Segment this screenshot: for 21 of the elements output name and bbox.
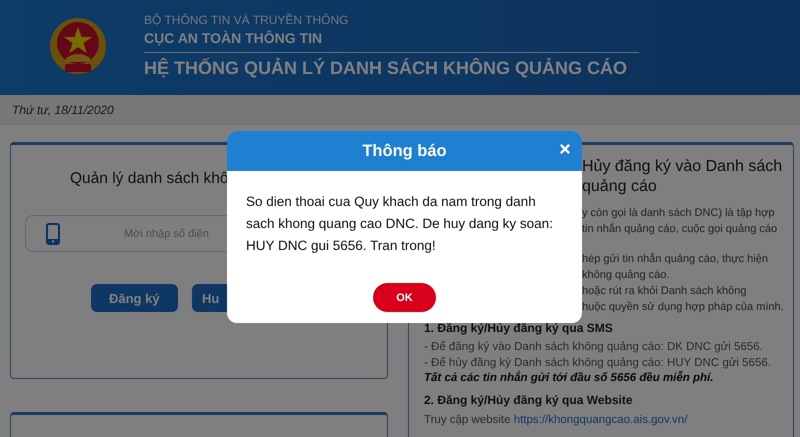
- ministry-name: BỘ THÔNG TIN VÀ TRUYỀN THÔNG: [144, 12, 350, 28]
- section-heading: 1. Đăng ký/Hủy đăng ký qua SMS: [424, 320, 614, 336]
- guide-text: không quảng cáo.: [582, 268, 670, 283]
- guide-text: - Để hủy đăng ký Danh sách không quảng cáo: HUY DNC gửi 5656.: [424, 356, 772, 370]
- guide-text: tin nhắn quảng cáo, cuộc gọi quảng cáo: [582, 222, 778, 237]
- card-title: Quản lý danh sách khô: [69, 169, 230, 189]
- guide-text: huộc quyền sử dụng hợp pháp của mình.: [582, 300, 785, 315]
- dialog-title: Thông báo: [362, 142, 447, 160]
- guide-text: Tất cả các tin nhắn gửi tới đầu số 5656 đều miễn phí.: [424, 371, 714, 386]
- section-heading: 2. Đăng ký/Hủy đăng ký qua Website: [424, 392, 634, 408]
- guide-text: y còn gọi là danh sách DNC) là tập hợp: [582, 206, 776, 221]
- guide-title: Hủy đăng ký vào Danh sách: [582, 157, 784, 177]
- guide-text: hoặc rút ra khỏi Danh sách không: [582, 284, 748, 299]
- agency-name: CỤC AN TOÀN THÔNG TIN: [144, 28, 639, 53]
- system-title: HỆ THỐNG QUẢN LÝ DANH SÁCH KHÔNG QUẢNG CÁO: [144, 56, 628, 80]
- guide-text: hép gửi tin nhắn quảng cáo, thực hiện: [582, 252, 769, 267]
- current-date: Thứ tư, 18/11/2020: [12, 102, 114, 116]
- guide-text: - Để đăng ký vào Danh sách không quảng cáo: DK DNC gửi 5656.: [424, 340, 764, 355]
- website-text: Truy cập website https://khongquangcao.ais.gov.vn/: [424, 412, 688, 428]
- dialog-message: So dien thoai cua Quy khach da nam trong danh sach khong quang cao DNC. De huy dang ky soan: HUY DNC gui 5656. Tran trong!: [246, 193, 554, 255]
- guide-title: quảng cáo: [582, 177, 658, 197]
